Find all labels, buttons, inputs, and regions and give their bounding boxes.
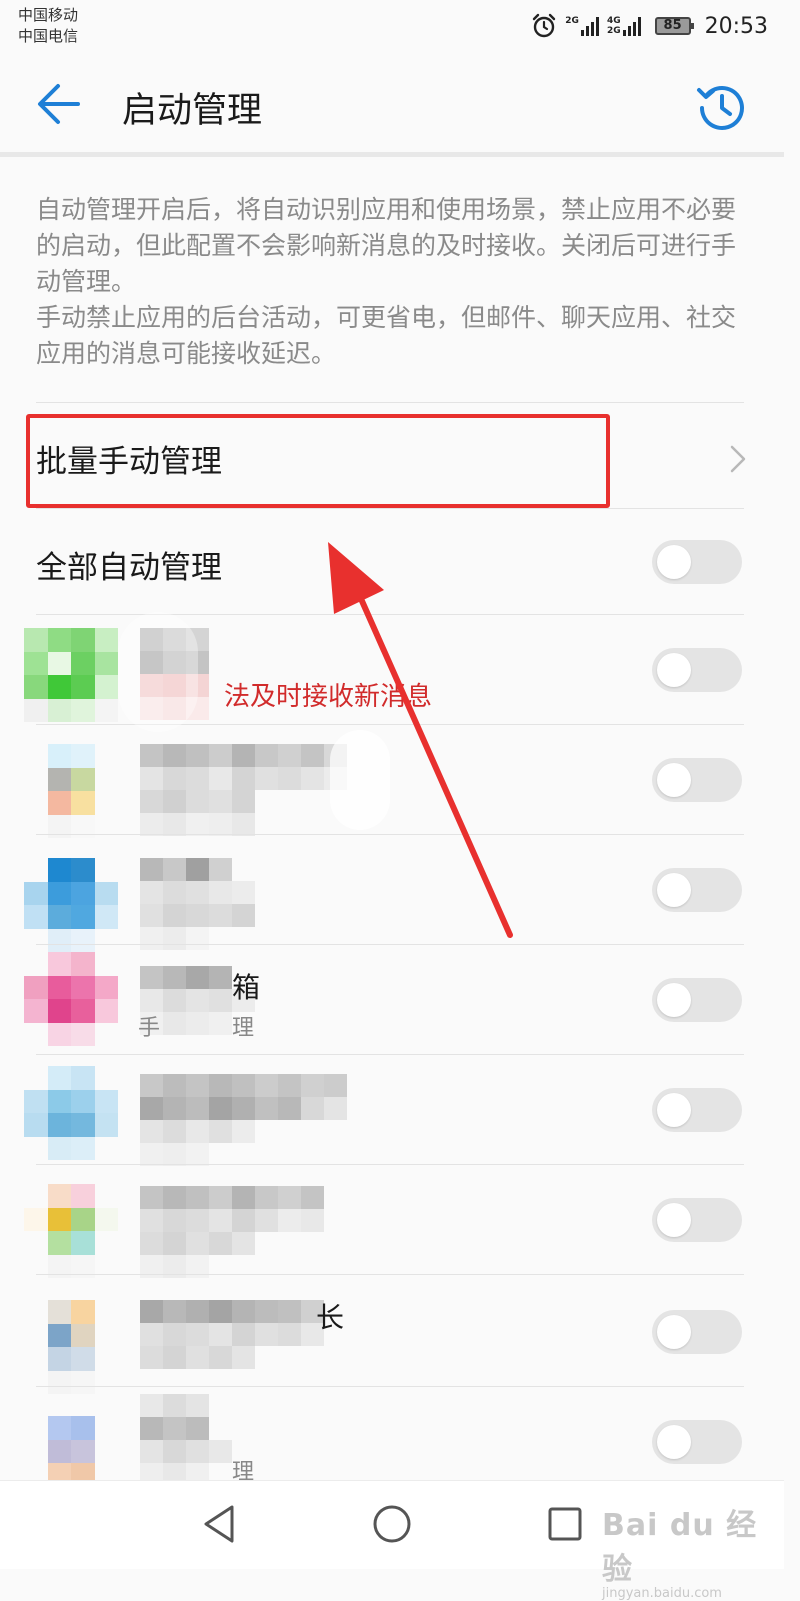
app-icon [24,1066,118,1160]
chevron-right-icon [730,445,746,473]
divider [36,1274,744,1275]
app-toggle-8[interactable] [652,1420,742,1464]
toggle-knob [657,653,691,687]
header-divider [0,152,784,157]
history-button[interactable] [692,76,752,136]
page-title: 启动管理 [122,91,263,131]
app-name-mosaic [140,1186,324,1278]
divider [36,1164,744,1165]
battery-level: 85 [663,18,682,33]
description: 自动管理开启后，将自动识别应用和使用场景，禁止应用不必要的启动，但此配置不会影响… [36,192,756,372]
app-icon [24,952,118,1046]
toggle-knob [657,763,691,797]
clock: 20:53 [704,13,768,39]
toggle-knob [657,983,691,1017]
nav-home-button[interactable] [367,1499,417,1549]
app-name-fragment: 箱 [232,971,261,1004]
app-desc-fragment: 理 [232,1016,255,1041]
status-icons: 2G 4G 2G 85 20:53 [531,8,768,44]
back-button[interactable] [30,76,90,132]
highlight-box [26,414,610,508]
app-toggle-5[interactable] [652,1088,742,1132]
app-name-mosaic [140,1394,232,1486]
back-triangle-icon [204,1505,234,1543]
home-circle-icon [373,1505,411,1543]
status-bar: 中国移动 中国电信 2G 4G 2G 85 20:53 [0,0,784,52]
app-icon [24,744,118,838]
blur-smudge [330,730,390,830]
app-toggle-1[interactable] [652,648,742,692]
signal-icon [580,16,599,36]
alarm-icon [533,13,556,38]
all-auto-toggle[interactable] [652,540,742,584]
app-name-fragment: 长 [316,1301,345,1334]
app-desc-fragment: 手 [138,1016,161,1041]
toggle-knob [657,873,691,907]
app-toggle-2[interactable] [652,758,742,802]
signal-icon-2 [622,16,641,36]
battery-icon: 85 [654,17,694,35]
watermark-logo: Bai du 经验 [602,1508,758,1587]
toggle-knob [657,1093,691,1127]
history-clock-icon [697,86,744,130]
nav-back-button[interactable] [196,1499,246,1549]
network-type-2a: 4G [606,16,621,26]
carrier-info: 中国移动 中国电信 [18,5,78,47]
description-para-2: 手动禁止应用的后台活动，可更省电，但邮件、聊天应用、社交应用的消息可能接收延迟。 [36,303,737,368]
app-name-mosaic [140,1300,324,1369]
carrier-2: 中国电信 [18,27,79,45]
app-warning-text: 法及时接收新消息 [224,682,433,712]
description-para-1: 自动管理开启后，将自动识别应用和使用场景，禁止应用不必要的启动，但此配置不会影响… [36,195,737,296]
app-icon [24,1300,118,1394]
watermark: Bai du 经验 jingyan.baidu.com [602,1500,784,1601]
all-auto-label: 全部自动管理 [36,550,222,586]
app-name-mosaic [140,858,255,950]
app-toggle-4[interactable] [652,978,742,1022]
app-name-mosaic [140,1074,347,1166]
toggle-knob [657,545,691,579]
header: 启动管理 [0,52,784,156]
carrier-1: 中国移动 [18,6,79,24]
toggle-knob [657,1203,691,1237]
divider [36,1386,744,1387]
network-type-2b: 2G [606,26,621,36]
app-icon [24,858,118,952]
app-toggle-7[interactable] [652,1310,742,1354]
toggle-knob [657,1315,691,1349]
app-icon [24,628,118,722]
divider [36,834,744,835]
recents-square-icon [548,1507,582,1541]
divider [36,944,744,945]
nav-recents-button[interactable] [540,1499,590,1549]
app-toggle-6[interactable] [652,1198,742,1242]
app-icon [24,1184,118,1278]
network-type-1: 2G [565,16,579,26]
app-toggle-3[interactable] [652,868,742,912]
blur-smudge [118,612,198,732]
divider [36,402,744,403]
arrow-left-icon [38,84,80,124]
divider [36,1054,744,1055]
app-name-mosaic [140,744,347,836]
divider [36,508,744,509]
watermark-url: jingyan.baidu.com [602,1586,722,1601]
toggle-knob [657,1425,691,1459]
